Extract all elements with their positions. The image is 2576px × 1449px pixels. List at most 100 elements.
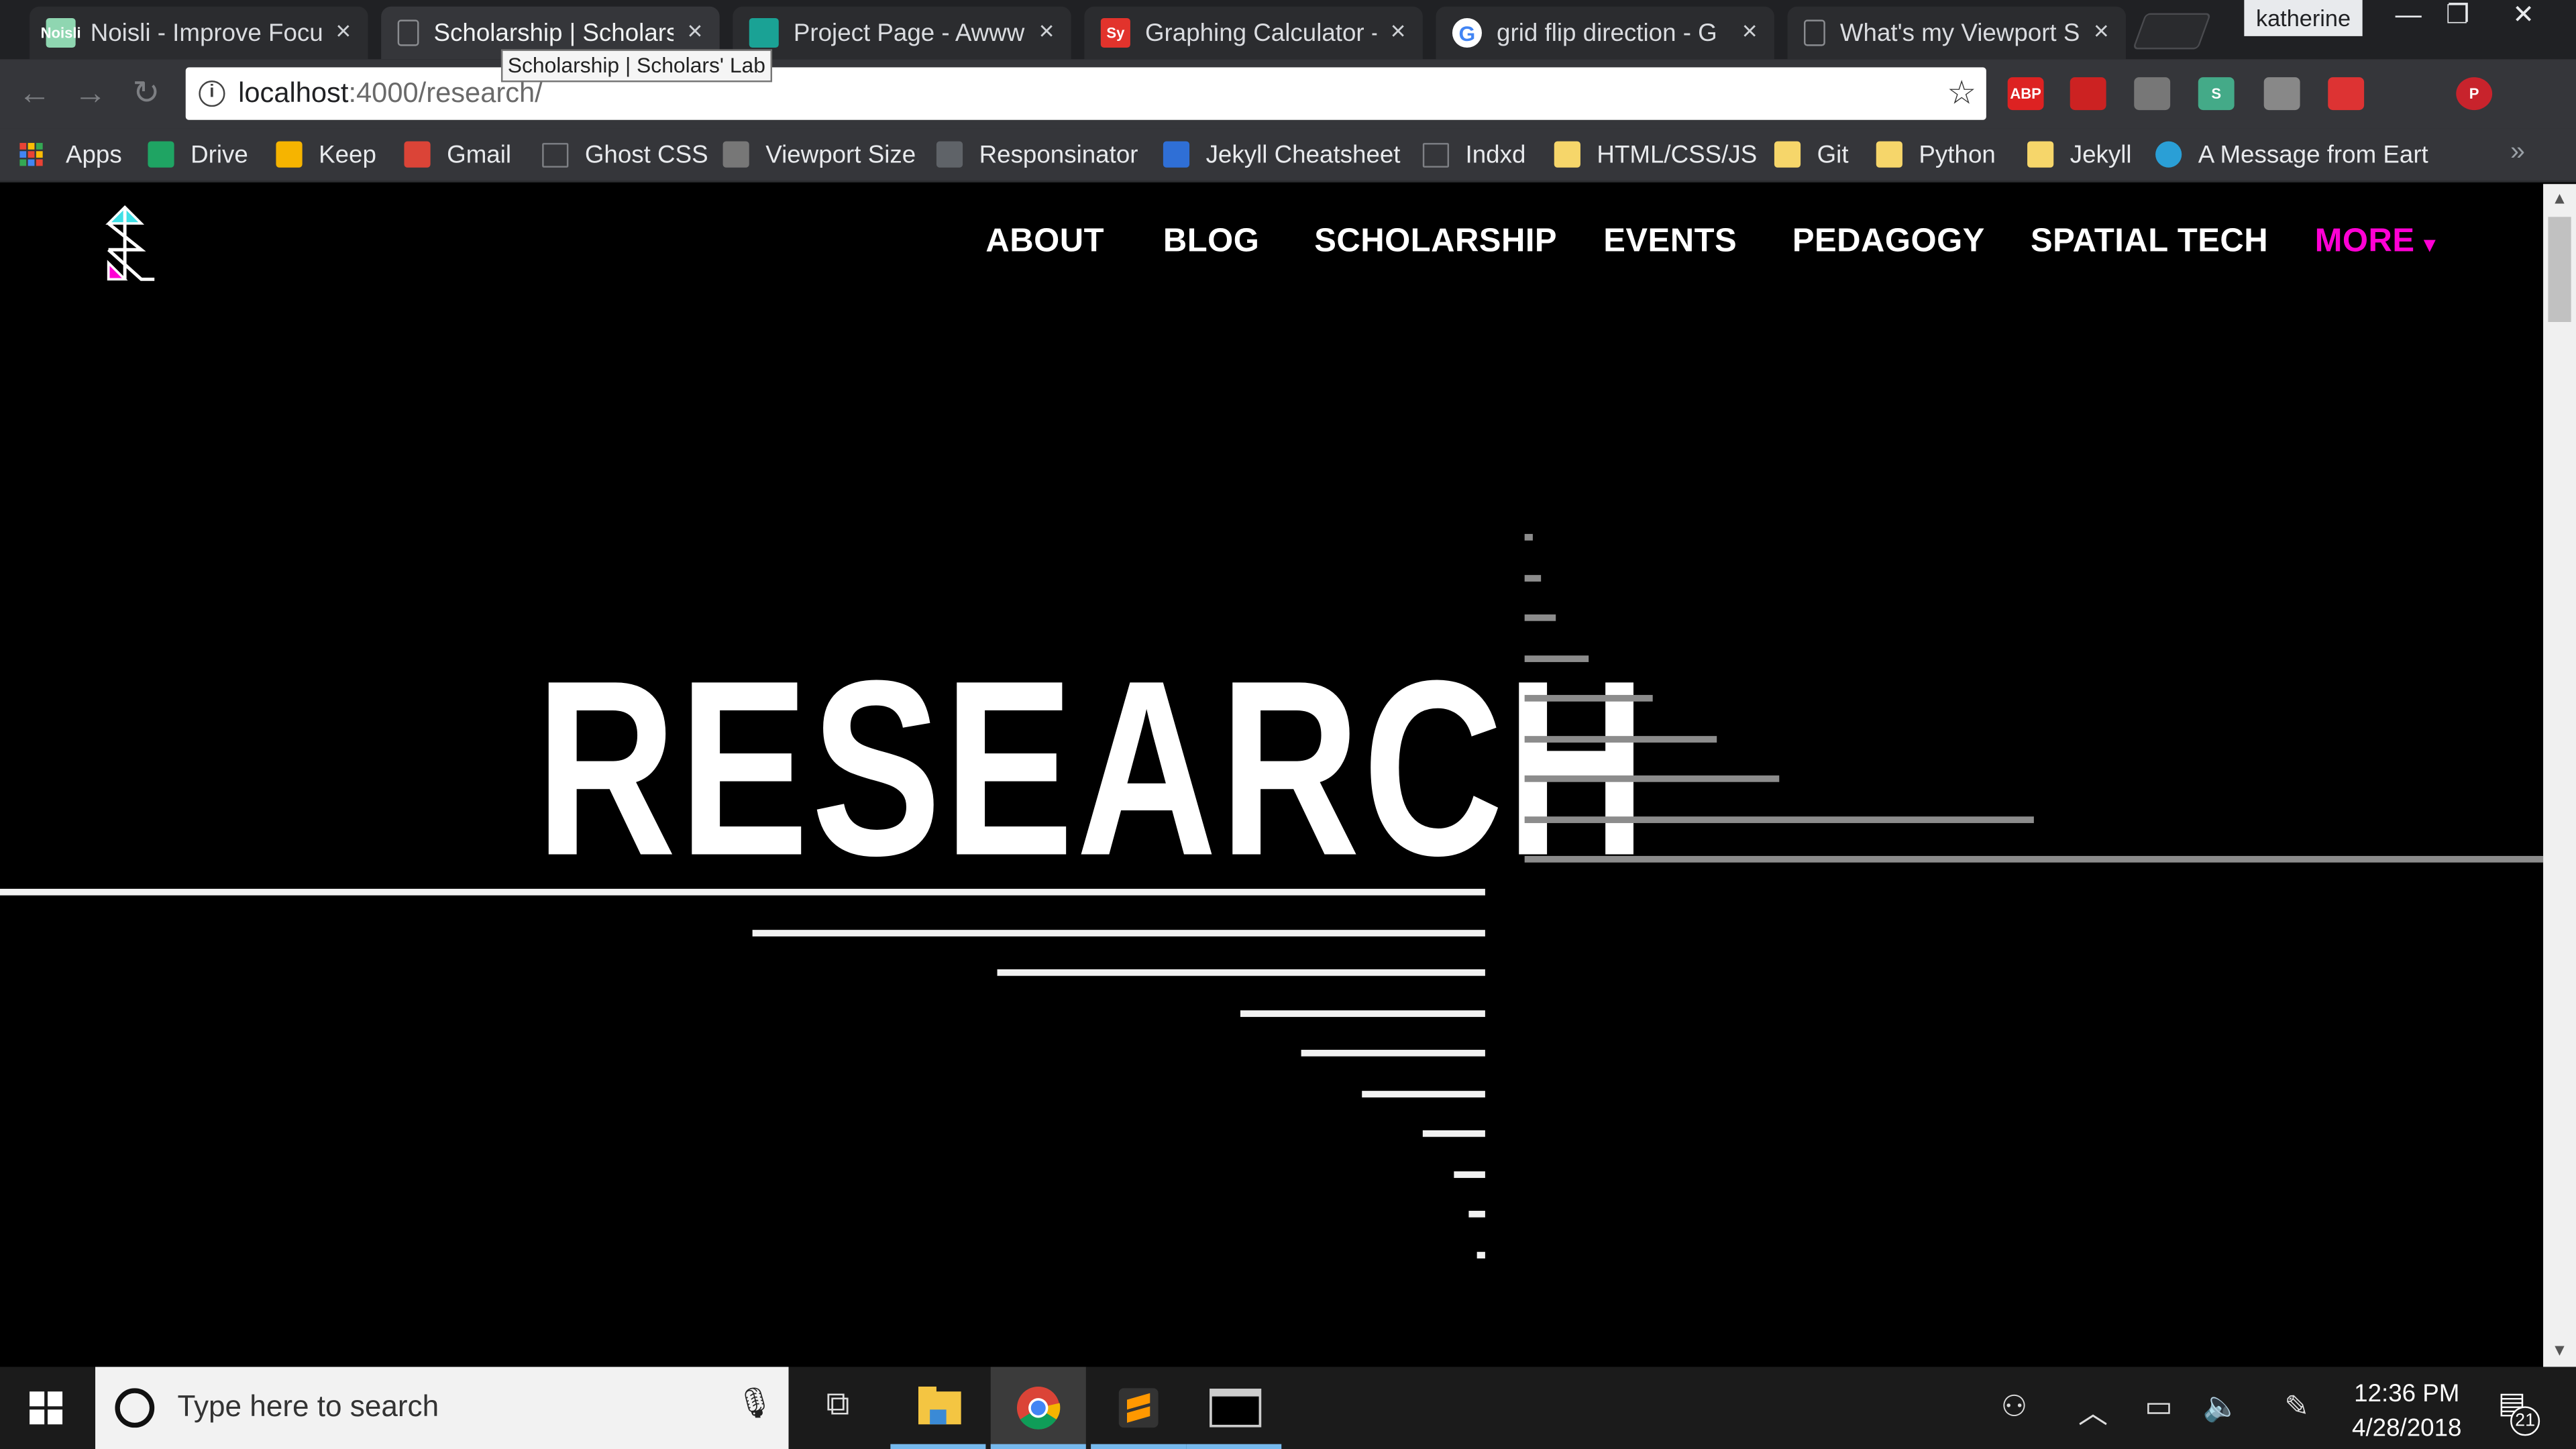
bookmark-python[interactable]: Python [1876,138,1996,171]
tab-favicon-icon: G [1452,17,1482,48]
cortana-icon [115,1388,155,1428]
bookmark-indxd[interactable]: Indxd [1422,138,1526,171]
windows-start-icon[interactable] [13,1387,79,1430]
bookmark-drive[interactable]: Drive [148,138,248,171]
tab-close-icon[interactable]: × [684,18,706,48]
nav-events[interactable]: EVENTS [1603,223,1737,261]
tab-strip: Noisli Noisli - Improve Focu × Scholarship … [0,0,2576,60]
tab-4[interactable]: Sy Graphing Calculator - × [1084,6,1423,60]
forward-icon[interactable]: → [69,72,112,115]
tab-close-icon[interactable]: × [1738,18,1761,48]
back-icon[interactable]: ← [13,72,56,115]
bookmark-jekyll[interactable]: Jekyll [2027,138,2132,171]
clock[interactable]: 12:36 PM 4/28/2018 [2333,1377,2481,1446]
bookmark-label: Indxd [1465,140,1526,169]
bookmark-jekyll-cheatsheet[interactable]: Jekyll Cheatsheet [1163,138,1401,171]
white-bar [1422,1130,1485,1137]
profile-button[interactable]: katherine [2244,0,2363,36]
bookmark-gmail[interactable]: Gmail [404,138,511,171]
tab-1[interactable]: Noisli Noisli - Improve Focu × [30,6,368,60]
page-scrollbar[interactable]: ▲ ▼ [2543,184,2576,1367]
tray-overflow-icon[interactable]: ︿ [2070,1390,2116,1433]
people-icon[interactable]: ⚇ [1991,1390,2037,1424]
file-explorer-button[interactable] [890,1367,986,1449]
bookmark-ghost-css[interactable]: Ghost CSS [542,138,708,171]
scroll-down-icon[interactable]: ▼ [2543,1342,2576,1360]
tab-close-icon[interactable]: × [332,18,355,48]
nav-spatial-tech[interactable]: SPATIAL TECH [2031,223,2268,261]
gray-bar [1524,655,1589,662]
task-view-icon[interactable]: ⧉ [815,1387,861,1424]
scroll-up-icon[interactable]: ▲ [2543,191,2576,209]
volume-icon[interactable]: 🔈 [2198,1390,2245,1424]
bookmark-label: HTML/CSS/JS [1597,140,1758,169]
taskbar-search[interactable]: Type here to search 🎙 [95,1366,789,1449]
inspect-icon[interactable] [2134,77,2171,111]
nav-blog[interactable]: BLOG [1163,223,1259,261]
bookmark-label: Gmail [447,140,512,169]
chrome-button[interactable] [990,1366,1086,1449]
scholar-icon[interactable]: S [2198,77,2235,111]
bookmark-label: Drive [191,140,248,169]
url-text[interactable]: localhost:4000/research/ [238,77,543,110]
tab-3[interactable]: Project Page - Awww × [733,6,1071,60]
bookmark-star-icon[interactable]: ☆ [1947,72,1976,113]
bookmark-label: Keep [319,140,376,169]
microphone-icon[interactable]: 🎙 [736,1387,773,1421]
active-indicator [990,1444,1086,1449]
tab-favicon-icon [1804,19,1825,46]
white-bar [1301,1049,1485,1057]
adblock-plus-icon[interactable]: ABP [2007,77,2044,111]
bookmark-responsinator[interactable]: Responsinator [936,138,1138,171]
tab-close-icon[interactable]: × [1035,18,1058,48]
bookmark-label: Jekyll [2070,140,2132,169]
close-window-icon[interactable]: ✕ [2497,0,2549,36]
address-bar[interactable]: i localhost:4000/research/ ☆ [185,67,1986,120]
bookmark-html-css-js[interactable]: HTML/CSS/JS [1554,138,1757,171]
pen-workspace-icon[interactable]: ✎ [2273,1390,2320,1424]
sublime-button[interactable] [1091,1367,1187,1449]
bookmarks-overflow-icon[interactable]: » [2510,138,2525,168]
nav-more[interactable]: MORE ▾ [2315,223,2436,261]
bookmark-label: Ghost CSS [584,140,708,169]
action-center-icon[interactable]: ▤ 21 [2487,1387,2540,1436]
tab-close-icon[interactable]: × [2090,18,2112,48]
nav-about[interactable]: ABOUT [985,223,1104,261]
pocket-icon[interactable] [2328,77,2365,111]
battery-icon[interactable]: ▭ [2136,1390,2182,1424]
nav-scholarship[interactable]: SCHOLARSHIP [1314,223,1557,261]
bookmark-keep[interactable]: Keep [276,138,376,171]
folder-icon [1876,141,1902,168]
bookmark-label: Apps [65,140,122,169]
white-bar [0,888,1485,896]
bookmark-label: Python [1919,140,1996,169]
tab-5[interactable]: Ggrid flip direction - G × [1436,6,1774,60]
pdf-icon[interactable] [2070,77,2106,111]
bookmark-apps[interactable]: Apps [19,138,122,171]
tab-tooltip: Scholarship | Scholars' Lab [500,49,772,83]
nav-pedagogy[interactable]: PEDAGOGY [1792,223,1985,261]
responsinator-icon [936,141,963,168]
bookmark-git[interactable]: Git [1774,138,1849,171]
earth-icon [2155,141,2182,168]
tab-close-icon[interactable]: × [1387,18,1409,48]
bookmark-a-message-from-eart[interactable]: A Message from Eart [2155,138,2428,171]
bookmark-label: Viewport Size [765,140,916,169]
restore-icon[interactable]: ❐ [2432,0,2484,36]
terminal-button[interactable] [1186,1367,1282,1449]
pinterest-icon[interactable]: P [2456,77,2493,111]
tab-title: Scholarship | Scholars [433,19,674,47]
scrollbar-thumb[interactable] [2548,217,2571,323]
tab-title: Project Page - Awww [793,19,1025,47]
scholars-lab-logo[interactable] [99,204,158,286]
info-icon[interactable]: i [199,80,225,107]
tab-6[interactable]: What's my Viewport S × [1787,6,2127,60]
bookmark-viewport-size[interactable]: Viewport Size [722,138,916,171]
new-tab-button[interactable] [2132,13,2212,50]
windows-taskbar: Type here to search 🎙 ⧉ ⚇ ︿ ▭ 🔈 ✎ 12:36 … [0,1366,2576,1449]
reload-icon[interactable]: ↻ [125,72,168,115]
keep-icon [276,141,303,168]
tab-title: grid flip direction - G [1497,19,1717,47]
bulb-icon[interactable] [2263,77,2300,111]
minimize-icon[interactable]: — [2382,0,2434,36]
